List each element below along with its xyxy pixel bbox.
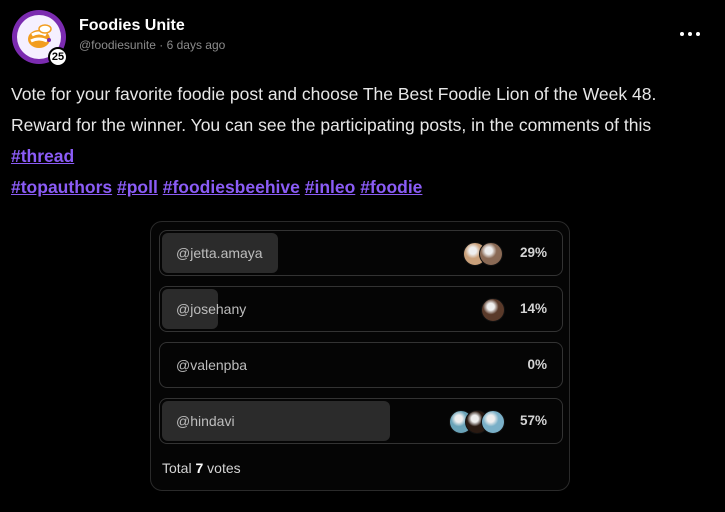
voter-avatars	[449, 410, 505, 434]
voter-avatar[interactable]	[481, 298, 505, 322]
poll-option[interactable]: @valenpba 0%	[159, 342, 563, 388]
voter-avatars	[481, 298, 505, 322]
post-time[interactable]: 6 days ago	[167, 38, 226, 52]
hashtag-foodiesbeehive[interactable]: #foodiesbeehive	[163, 177, 300, 197]
meta-separator: ·	[159, 38, 164, 52]
author-avatar[interactable]: 25	[12, 10, 68, 67]
voter-avatar[interactable]	[481, 410, 505, 434]
hashtag-foodie[interactable]: #foodie	[360, 177, 422, 197]
poll-option-label: @josehany	[176, 301, 247, 317]
voter-avatar[interactable]	[479, 242, 503, 266]
poll-option-label: @valenpba	[176, 357, 248, 373]
poll-option[interactable]: @josehany 14%	[159, 286, 563, 332]
poll-option-percent: 57%	[519, 413, 547, 428]
poll-option[interactable]: @jetta.amaya 29%	[159, 230, 563, 276]
author-meta: @foodiesunite · 6 days ago	[79, 38, 225, 52]
post-card: 25 Foodies Unite @foodiesunite · 6 days …	[0, 0, 725, 512]
poll-total: Total 7 votes	[162, 460, 241, 476]
poll-total-suffix: votes	[207, 460, 241, 476]
post-body: Vote for your favorite foodie post and c…	[11, 79, 711, 203]
hashtag-thread[interactable]: #thread	[11, 146, 74, 166]
poll: @jetta.amaya 29% @josehany 14% @valenpba…	[150, 221, 570, 491]
poll-total-count: 7	[195, 460, 204, 476]
author-handle[interactable]: @foodiesunite	[79, 38, 156, 52]
poll-option[interactable]: @hindavi 57%	[159, 398, 563, 444]
voter-avatars	[463, 242, 503, 266]
more-options-icon[interactable]	[680, 24, 700, 44]
hashtag-poll[interactable]: #poll	[117, 177, 158, 197]
poll-option-percent: 0%	[527, 357, 547, 372]
poll-option-percent: 14%	[519, 301, 547, 316]
poll-option-percent: 29%	[519, 245, 547, 260]
hashtag-inleo[interactable]: #inleo	[305, 177, 356, 197]
hashtag-topauthors[interactable]: #topauthors	[11, 177, 112, 197]
poll-total-prefix: Total	[162, 460, 192, 476]
level-badge: 25	[48, 47, 68, 67]
poll-option-label: @hindavi	[176, 413, 235, 429]
post-text: Vote for your favorite foodie post and c…	[11, 84, 657, 135]
poll-option-label: @jetta.amaya	[176, 245, 263, 261]
author-name[interactable]: Foodies Unite	[79, 17, 185, 35]
